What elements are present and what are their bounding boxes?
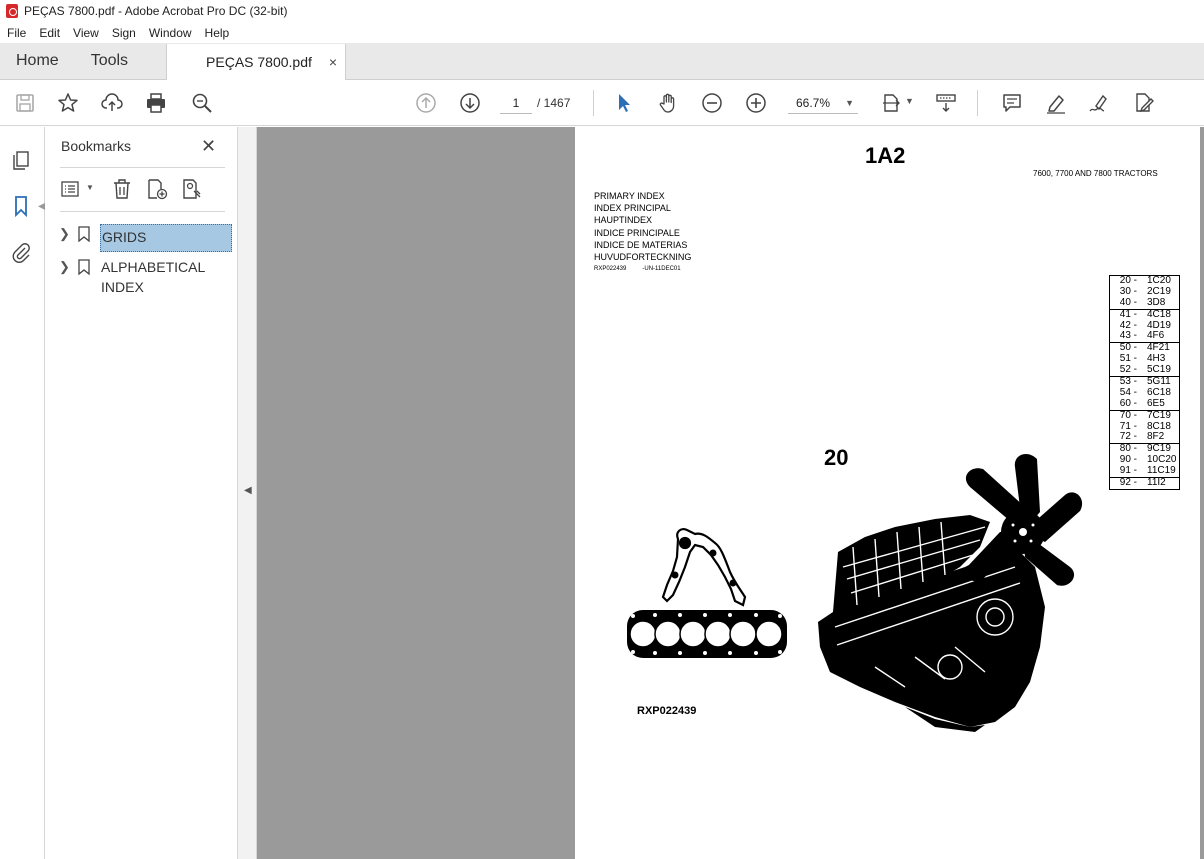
tab-tools[interactable]: Tools: [75, 43, 144, 79]
bookmark-options-icon[interactable]: [60, 178, 84, 200]
comment-icon[interactable]: [1000, 91, 1024, 115]
panel-divider: [60, 167, 225, 168]
bookmarks-title: Bookmarks: [61, 138, 132, 154]
zoom-level-select[interactable]: 66.7% ▼: [788, 92, 858, 114]
panel-collapse-handle[interactable]: ◀: [238, 127, 257, 859]
menu-file[interactable]: File: [0, 26, 32, 40]
zoom-search-icon[interactable]: [190, 91, 214, 115]
bookmark-label: GRIDS: [100, 224, 232, 252]
bookmark-label: ALPHABETICAL INDEX: [101, 259, 205, 295]
menu-sign[interactable]: Sign: [105, 26, 142, 40]
toolbar-divider: [593, 90, 594, 116]
bookmarks-icon[interactable]: [10, 195, 34, 219]
close-icon[interactable]: ✕: [201, 136, 216, 157]
bookmarks-panel: Bookmarks ✕ ▼ ❯ GRIDS ❯ ALPHABETICAL IND…: [45, 127, 238, 859]
tab-document-label: PEÇAS 7800.pdf: [206, 54, 312, 70]
illustration-part-number: RXP022439: [637, 705, 697, 717]
zoom-in-icon[interactable]: [744, 91, 768, 115]
save-icon[interactable]: [13, 91, 37, 115]
toolbar: / 1467 66.7% ▼ ▼: [0, 80, 1204, 126]
new-bookmark-icon[interactable]: [146, 178, 170, 200]
tab-close-icon[interactable]: ×: [329, 54, 337, 70]
prev-page-icon[interactable]: [414, 91, 438, 115]
menu-edit[interactable]: Edit: [32, 26, 66, 40]
chevron-right-icon[interactable]: ❯: [59, 259, 70, 275]
upload-icon[interactable]: [100, 91, 124, 115]
pdf-page[interactable]: 1A2 7600, 7700 AND 7800 TRACTORS PRIMARY…: [575, 127, 1200, 859]
attachments-icon[interactable]: [10, 241, 34, 265]
sign-icon[interactable]: [1087, 91, 1111, 115]
menu-bar: File Edit View Sign Window Help: [0, 22, 1204, 43]
cylinder-head-gasket: [627, 610, 787, 658]
bookmark-options-chevron-icon[interactable]: ▼: [86, 183, 94, 192]
select-cursor-icon[interactable]: [612, 91, 636, 115]
zoom-out-icon[interactable]: [700, 91, 724, 115]
title-bar: PEÇAS 7800.pdf - Adobe Acrobat Pro DC (3…: [0, 0, 1204, 22]
highlight-icon[interactable]: [1044, 91, 1068, 115]
hand-icon[interactable]: [656, 91, 680, 115]
delete-bookmark-icon[interactable]: [111, 178, 135, 200]
edit-pdf-icon[interactable]: [1132, 91, 1156, 115]
engine-parts-illustration: [627, 453, 1083, 732]
window-title: PEÇAS 7800.pdf - Adobe Acrobat Pro DC (3…: [24, 4, 288, 18]
menu-window[interactable]: Window: [142, 26, 198, 40]
scroll-mode-icon[interactable]: [934, 91, 958, 115]
tab-home[interactable]: Home: [0, 43, 75, 79]
menu-help[interactable]: Help: [198, 26, 236, 40]
print-icon[interactable]: [144, 91, 168, 115]
timing-cover-gasket: [661, 528, 747, 607]
bookmark-from-structure-icon[interactable]: [181, 178, 205, 200]
panel-divider: [60, 211, 225, 212]
fit-page-icon[interactable]: [880, 91, 904, 115]
document-canvas[interactable]: [257, 127, 575, 859]
page-total: / 1467: [537, 96, 571, 110]
zoom-level-value: 66.7%: [796, 95, 831, 110]
toolbar-divider: [977, 90, 978, 116]
star-icon[interactable]: [56, 91, 80, 115]
collapse-arrow-icon: ◀: [244, 485, 252, 496]
left-tool-rail: ◀: [0, 127, 46, 859]
acrobat-logo-icon: [6, 4, 18, 18]
bookmark-icon: [78, 259, 90, 275]
fit-page-chevron-icon[interactable]: ▼: [905, 96, 914, 106]
tab-document[interactable]: PEÇAS 7800.pdf ×: [166, 44, 347, 80]
menu-view[interactable]: View: [66, 26, 105, 40]
page-number-input[interactable]: [500, 92, 532, 114]
chevron-down-icon: ▼: [845, 97, 854, 108]
page-thumbnails-icon[interactable]: [10, 149, 34, 173]
bookmark-icon: [78, 226, 90, 242]
next-page-icon[interactable]: [458, 91, 482, 115]
chevron-right-icon[interactable]: ❯: [59, 226, 70, 242]
tab-bar: Home Tools PEÇAS 7800.pdf ×: [0, 43, 1204, 80]
canvas-edge: [1200, 127, 1204, 859]
